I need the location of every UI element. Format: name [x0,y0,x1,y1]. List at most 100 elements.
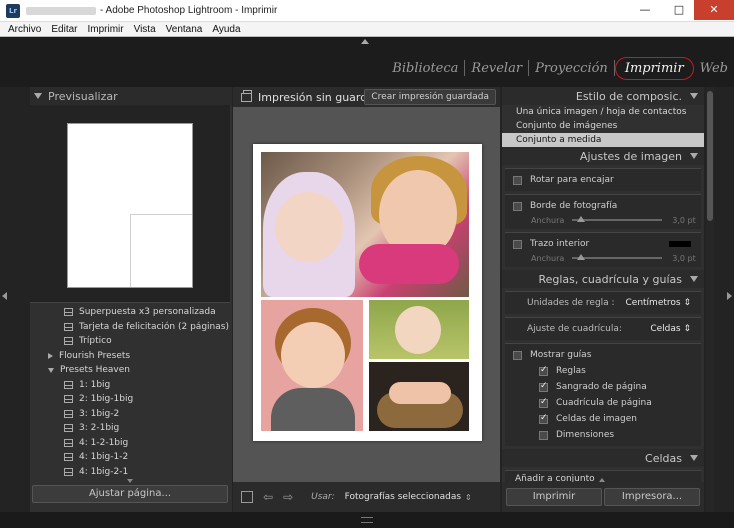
menu-imprimir[interactable]: Imprimir [87,22,123,36]
folder-label: Presets Heaven [60,365,131,376]
slider-thumb[interactable] [577,254,586,260]
template-item[interactable]: 4: 1big-2-1 [30,465,230,480]
rotate-to-fit-row[interactable]: Rotar para encajar [505,172,701,188]
inner-stroke-checkbox[interactable] [513,239,522,249]
show-guides-row[interactable]: Mostrar guías [505,347,701,363]
guide-option-row[interactable]: Reglas [505,363,701,379]
rotate-to-fit-checkbox[interactable] [513,175,522,185]
page-setup-button[interactable]: Ajustar página... [32,485,228,503]
border-width-slider[interactable] [572,216,663,222]
scroll-down-icon[interactable] [127,479,133,483]
module-biblioteca[interactable]: Biblioteca [386,61,464,76]
expand-triangle-icon [690,276,698,282]
photo-cell[interactable] [261,300,363,431]
rulers-grid-guides-header[interactable]: Reglas, cuadrícula y guías [502,270,704,288]
template-item[interactable]: 2: 1big-1big [30,392,230,407]
template-item[interactable]: 4: 1-2-1big [30,436,230,451]
template-item[interactable]: Superpuesta x3 personalizada [30,305,230,320]
photo-content [389,382,451,404]
template-label: Superpuesta x3 personalizada [79,307,216,318]
ruler-units-dropdown[interactable]: Centímetros ⇕ [626,298,692,308]
print-toolbar: Impresión sin guard... Crear impresión g… [233,87,500,107]
expand-triangle-icon [690,153,698,159]
template-icon [64,308,73,317]
template-label: 4: 1big-1-2 [79,452,129,463]
next-page-icon[interactable]: ⇨ [283,490,293,504]
photo-cell[interactable] [369,362,469,431]
menu-archivo[interactable]: Archivo [8,22,41,36]
right-panel-scrollbar[interactable] [706,87,714,512]
show-grid-icon[interactable] [241,491,253,503]
guide-checkbox[interactable] [539,365,548,376]
template-icon [64,467,73,476]
module-imprimir[interactable]: Imprimir [614,56,694,80]
scrollbar-thumb[interactable] [707,91,713,221]
template-item[interactable]: 1: 1big [30,378,230,393]
collapse-left-panel-icon[interactable] [2,292,7,300]
stroke-width-slider[interactable] [572,254,663,260]
folder-collapsed-icon [48,352,53,359]
template-item[interactable]: Tarjeta de felicitación (2 páginas) [30,320,230,335]
dropdown-caret-icon[interactable]: ⇕ [465,493,472,502]
close-button[interactable]: ✕ [694,0,734,20]
template-folder[interactable]: Presets Heaven [30,363,230,378]
template-item[interactable]: 3: 1big-2 [30,407,230,422]
show-guides-checkbox[interactable] [513,350,522,360]
left-panel: Previsualizar Superpuesta x3 personaliza… [30,87,232,512]
layout-style-option[interactable]: Una única imagen / hoja de contactos [502,105,704,119]
layout-style-option-selected[interactable]: Conjunto a medida [502,133,704,147]
create-saved-print-button[interactable]: Crear impresión guardada [364,89,496,105]
guide-option-row[interactable]: Celdas de imagen [505,411,701,427]
template-item[interactable]: Tríptico [30,334,230,349]
collapse-right-panel-icon[interactable] [727,292,732,300]
guide-checkbox[interactable] [539,430,548,440]
print-button[interactable]: Imprimir [506,488,602,506]
guide-checkbox[interactable] [539,397,548,408]
template-item[interactable]: 3: 2-1big [30,421,230,436]
inner-stroke-row[interactable]: Trazo interior [505,236,701,252]
rotate-to-fit-label: Rotar para encajar [530,175,614,185]
photo-border-row[interactable]: Borde de fotografía [505,198,701,214]
use-selection-dropdown[interactable]: Fotografías seleccionadas [345,492,461,502]
cells-header[interactable]: Celdas [502,449,704,467]
printer-button[interactable]: Impresora... [604,488,700,506]
guide-checkbox[interactable] [539,381,548,392]
template-label: Tríptico [79,336,112,347]
guide-checkbox[interactable] [539,413,548,424]
photo-cell[interactable] [261,152,469,297]
stroke-color-swatch[interactable] [669,241,691,247]
guide-option-row[interactable]: Sangrado de página [505,379,701,395]
template-folder[interactable]: Flourish Presets [30,349,230,364]
template-item[interactable]: 4: 1big-1-2 [30,450,230,465]
module-proyeccion[interactable]: Proyección [529,61,614,76]
minimize-button[interactable]: — [628,0,662,20]
grid-snap-dropdown[interactable]: Celdas ⇕ [650,324,691,334]
photo-cell[interactable] [369,300,469,359]
template-icon [64,409,73,418]
maximize-button[interactable]: □ [662,0,696,20]
guide-option-row[interactable]: Dimensiones [505,427,701,443]
filmstrip-grip-icon[interactable] [361,517,373,523]
layout-style-header[interactable]: Estilo de composic. [502,87,704,105]
photo-border-checkbox[interactable] [513,201,522,211]
module-picker-bar: Biblioteca Revelar Proyección Imprimir W… [0,37,734,87]
layout-style-option[interactable]: Conjunto de imágenes [502,119,704,133]
menu-editar[interactable]: Editar [51,22,77,36]
slider-thumb[interactable] [577,216,586,222]
layout-style-title: Estilo de composic. [575,89,682,103]
template-icon [64,453,73,462]
template-label: 3: 1big-2 [79,408,120,419]
menu-vista[interactable]: Vista [134,22,156,36]
menu-ayuda[interactable]: Ayuda [212,22,240,36]
width-label: Anchura [531,253,565,263]
module-revelar[interactable]: Revelar [465,61,528,76]
preview-panel-header[interactable]: Previsualizar [30,87,232,105]
template-icon [64,395,73,404]
template-icon [64,337,73,346]
image-settings-header[interactable]: Ajustes de imagen [502,147,704,165]
menu-ventana[interactable]: Ventana [166,22,203,36]
guide-option-row[interactable]: Cuadrícula de página [505,395,701,411]
module-web[interactable]: Web [694,61,734,76]
previous-page-icon[interactable]: ⇦ [263,490,273,504]
collapse-top-panel-icon[interactable] [361,39,369,44]
